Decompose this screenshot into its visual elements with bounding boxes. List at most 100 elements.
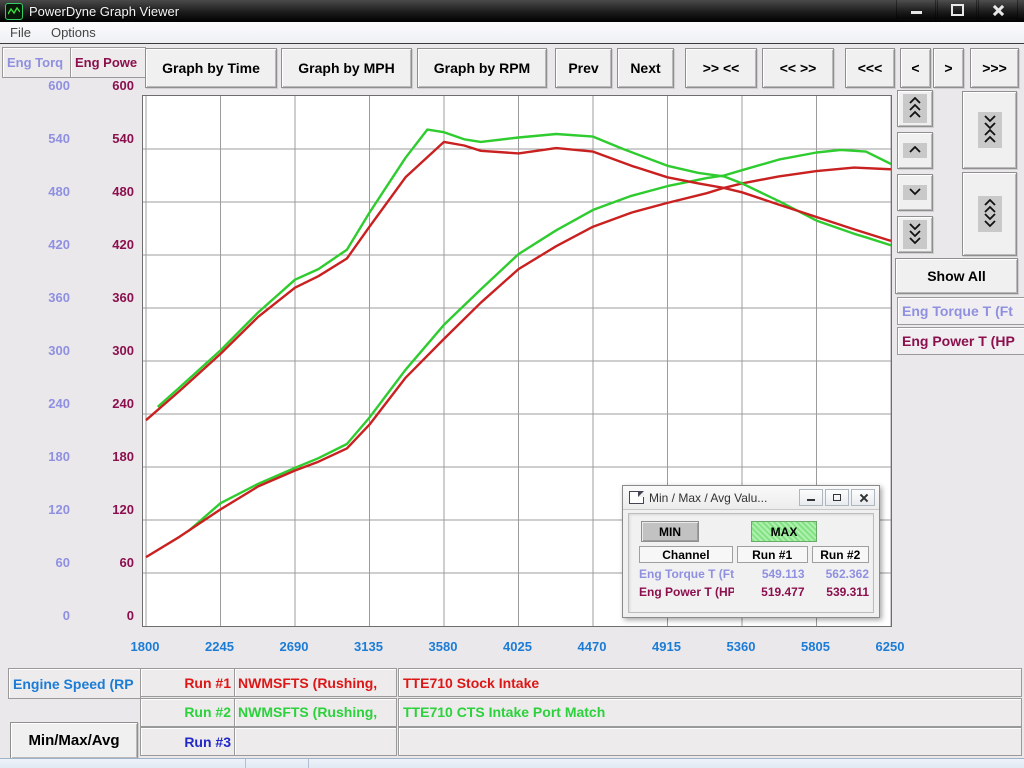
torque-axis-tick: 0: [2, 608, 70, 623]
torque-axis-tick: 180: [2, 449, 70, 464]
rpm-axis-tick: 4470: [560, 639, 624, 654]
minmax-table-header: ChannelRun #1Run #2: [639, 546, 873, 563]
torque-axis-tick: 480: [2, 184, 70, 199]
close-icon[interactable]: [978, 0, 1018, 20]
toolbar-button-[interactable]: << >>: [762, 48, 834, 88]
toolbar-button-[interactable]: <: [900, 48, 931, 88]
chevron-up-button[interactable]: [897, 132, 933, 169]
power-axis-tick: 480: [76, 184, 134, 199]
minmax-channel-name: Eng Power T (HP): [639, 585, 734, 599]
chevron-collapse-vertical-icon: [978, 112, 1002, 148]
run-description-3[interactable]: [398, 727, 1022, 756]
minmax-run1-value: 549.113: [734, 567, 812, 581]
run-file-name-2[interactable]: NWMSFTS (Rushing,: [234, 698, 397, 727]
title-bar: PowerDyne Graph Viewer: [0, 0, 1024, 22]
rpm-axis-tick: 1800: [113, 639, 177, 654]
chevron-collapse-vertical-button[interactable]: [962, 91, 1017, 169]
toolbar-button-graph-by-time[interactable]: Graph by Time: [145, 48, 277, 88]
power-axis-tick: 300: [76, 343, 134, 358]
minmax-window-title: Min / Max / Avg Valu...: [649, 491, 767, 505]
power-axis-tick: 0: [76, 608, 134, 623]
minmax-body: MIN MAX ChannelRun #1Run #2 Eng Torque T…: [628, 513, 874, 613]
minmax-col-header-run-1[interactable]: Run #1: [737, 546, 808, 563]
run-label-3: Run #3: [140, 727, 238, 756]
minmax-minimize-icon[interactable]: [799, 489, 823, 506]
toolbar-button-[interactable]: >>>: [970, 48, 1019, 88]
toolbar-button-next[interactable]: Next: [617, 48, 674, 88]
power-axis-tick: 60: [76, 555, 134, 570]
chevron-down-triple-button[interactable]: [897, 216, 933, 253]
channel-tab-torque[interactable]: Eng Torq: [2, 47, 74, 78]
power-axis-tick: 240: [76, 396, 134, 411]
chevron-down-button[interactable]: [897, 174, 933, 211]
run-description-2[interactable]: TTE710 CTS Intake Port Match: [398, 698, 1022, 727]
minmax-row-power: Eng Power T (HP)519.477539.311: [639, 585, 873, 599]
toolbar-button-graph-by-rpm[interactable]: Graph by RPM: [417, 48, 547, 88]
chevron-down-triple-icon: [903, 220, 927, 249]
channel-list-item-power[interactable]: Eng Power T (HP: [897, 327, 1024, 355]
chevron-up-icon: [903, 143, 927, 158]
rpm-axis-tick: 5805: [784, 639, 848, 654]
toolbar-button-[interactable]: <<<: [845, 48, 895, 88]
channel-list-item-torque[interactable]: Eng Torque T (Ft: [897, 297, 1024, 325]
rpm-axis-tick: 4025: [486, 639, 550, 654]
minimize-icon[interactable]: [896, 0, 936, 20]
curve-eng-torque-t-ft-lb-run-2-tte710-cts-inta: [158, 130, 891, 407]
toolbar-button-[interactable]: >: [933, 48, 964, 88]
minmax-avg-button[interactable]: Min/Max/Avg: [10, 722, 138, 759]
app-icon: [5, 3, 23, 20]
minmax-close-icon[interactable]: [851, 489, 875, 506]
toolbar-button-[interactable]: >> <<: [685, 48, 757, 88]
menu-item-options[interactable]: Options: [41, 25, 106, 40]
toolbar-button-graph-by-mph[interactable]: Graph by MPH: [281, 48, 412, 88]
torque-axis-tick: 240: [2, 396, 70, 411]
torque-axis-tick: 360: [2, 290, 70, 305]
rpm-axis-tick: 6250: [858, 639, 922, 654]
chevron-up-triple-button[interactable]: [897, 90, 933, 127]
power-axis-tick: 180: [76, 449, 134, 464]
torque-axis-tick: 540: [2, 131, 70, 146]
menu-item-file[interactable]: File: [0, 25, 41, 40]
run-file-name-1[interactable]: NWMSFTS (Rushing,: [234, 668, 397, 697]
chevron-expand-vertical-icon: [978, 196, 1002, 232]
rpm-axis-tick: 3580: [411, 639, 475, 654]
minmax-col-header-channel[interactable]: Channel: [639, 546, 733, 563]
show-all-button[interactable]: Show All: [895, 258, 1018, 294]
x-channel-text: Engine Speed (RP: [13, 676, 134, 692]
window-title: PowerDyne Graph Viewer: [29, 4, 179, 19]
minmax-run1-value: 519.477: [734, 585, 812, 599]
minmax-table-rows: Eng Torque T (Ft-549.113562.362 Eng Power…: [629, 567, 873, 599]
app-window: PowerDyne Graph Viewer FileOptions Eng T…: [0, 0, 1024, 768]
minmax-window[interactable]: Min / Max / Avg Valu... MIN MAX ChannelR…: [622, 485, 880, 618]
run-description-1[interactable]: TTE710 Stock Intake: [398, 668, 1022, 697]
minmax-col-header-run-2[interactable]: Run #2: [812, 546, 869, 563]
max-toggle-button[interactable]: MAX: [751, 521, 817, 542]
torque-axis-tick: 60: [2, 555, 70, 570]
power-axis-tick: 600: [76, 78, 134, 93]
maximize-icon[interactable]: [937, 0, 977, 20]
minmax-row-torque: Eng Torque T (Ft-549.113562.362: [639, 567, 873, 581]
document-icon: [629, 491, 644, 504]
run-label-1: Run #1: [140, 668, 238, 697]
minmax-channel-name: Eng Torque T (Ft-: [639, 567, 734, 581]
power-axis-tick: 540: [76, 131, 134, 146]
run-file-name-3[interactable]: [234, 727, 397, 756]
x-channel-label: Engine Speed (RP: [8, 668, 141, 699]
min-toggle-button[interactable]: MIN: [641, 521, 699, 542]
run-label-2: Run #2: [140, 698, 238, 727]
minmax-run2-value: 539.311: [813, 585, 873, 599]
chevron-down-icon: [903, 185, 927, 200]
rpm-axis-tick: 4915: [635, 639, 699, 654]
minmax-restore-icon[interactable]: [825, 489, 849, 506]
toolbar-button-prev[interactable]: Prev: [555, 48, 612, 88]
minmax-run2-value: 562.362: [813, 567, 873, 581]
rpm-axis-tick: 5360: [709, 639, 773, 654]
status-bar: [0, 758, 1024, 768]
power-axis-tick: 360: [76, 290, 134, 305]
minmax-title-bar[interactable]: Min / Max / Avg Valu...: [623, 486, 879, 510]
rpm-axis-tick: 3135: [337, 639, 401, 654]
channel-tab-power[interactable]: Eng Powe: [70, 47, 146, 78]
chevron-expand-vertical-button[interactable]: [962, 172, 1017, 256]
minmax-window-controls: [797, 489, 875, 506]
torque-axis-tick: 600: [2, 78, 70, 93]
